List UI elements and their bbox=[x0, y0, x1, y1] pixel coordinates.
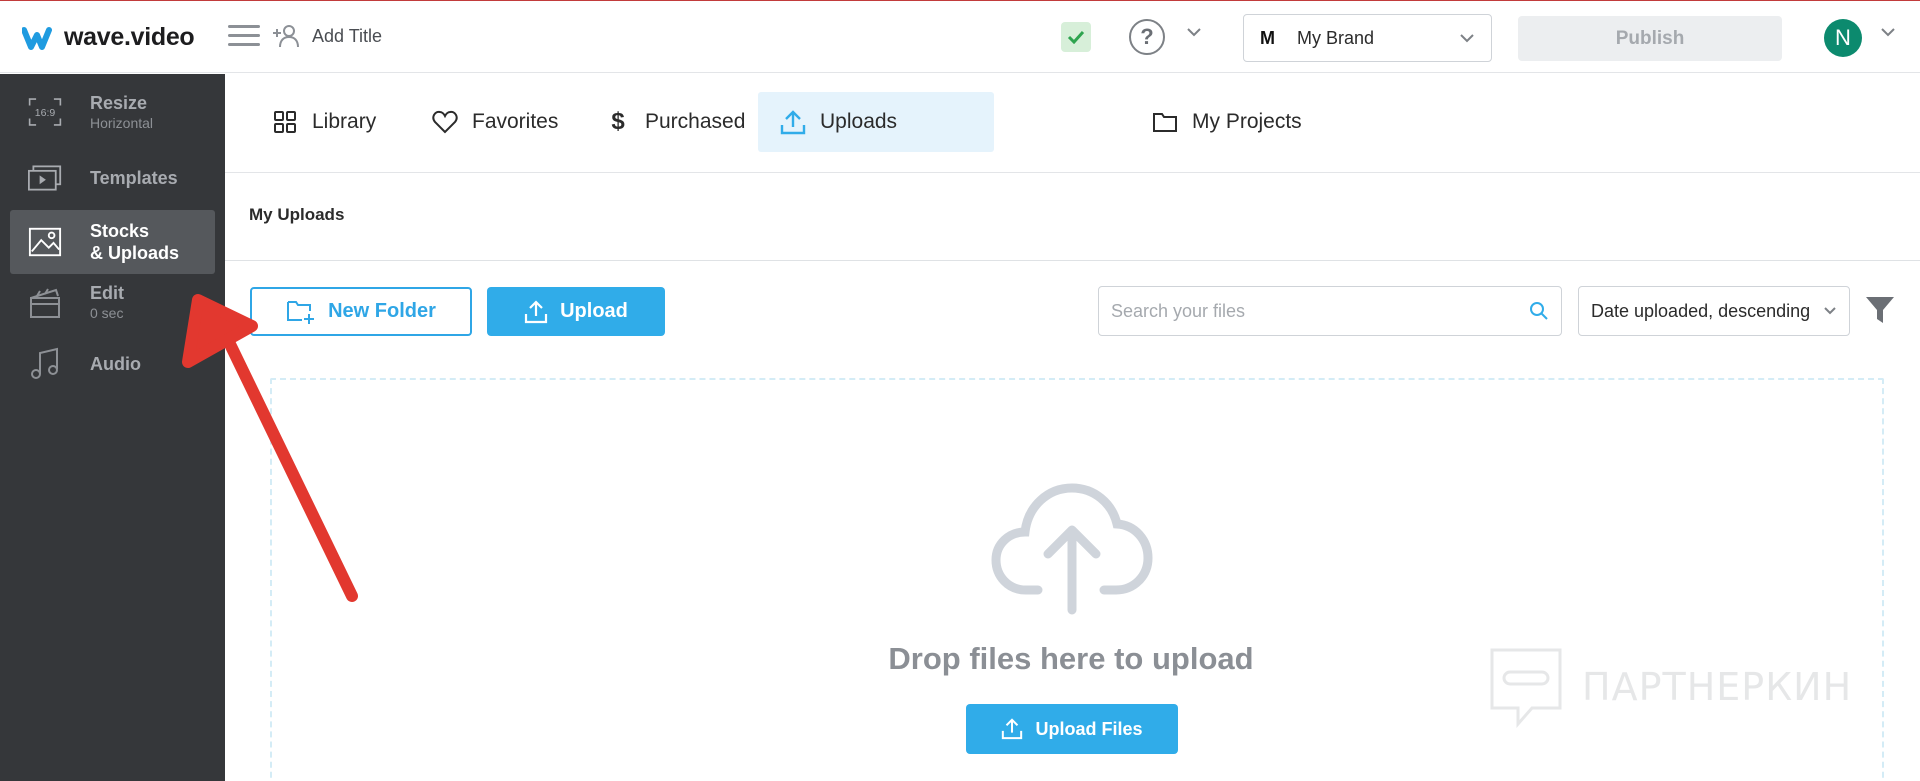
tab-purchased[interactable]: $ Purchased bbox=[583, 92, 767, 152]
watermark: ПАРТНЕРКИН bbox=[1488, 646, 1852, 728]
upload-label: Upload bbox=[560, 300, 628, 322]
logo-text: wave.video bbox=[64, 23, 195, 51]
sidebar-item-templates[interactable]: Templates bbox=[10, 146, 215, 210]
chevron-down-icon bbox=[1460, 34, 1474, 43]
sidebar-item-label: Edit bbox=[90, 283, 124, 303]
wave-logo-icon bbox=[22, 26, 52, 50]
sidebar-item-resize[interactable]: 16:9 Resize Horizontal bbox=[10, 80, 215, 144]
aspect-ratio-icon: 16:9 bbox=[28, 95, 62, 129]
search-box bbox=[1098, 286, 1562, 336]
brand-name: My Brand bbox=[1297, 27, 1375, 48]
sidebar-item-audio[interactable]: Audio bbox=[10, 332, 215, 396]
new-folder-label: New Folder bbox=[328, 300, 436, 322]
media-tabs: Library Favorites $ Purchased Uploads My… bbox=[225, 74, 1920, 173]
upload-icon bbox=[780, 109, 806, 135]
add-collaborator-icon bbox=[273, 25, 299, 48]
tab-library[interactable]: Library bbox=[250, 92, 398, 152]
top-bar: wave.video Add Title ? M My Brand Publis… bbox=[0, 0, 1920, 73]
brand-initial: M bbox=[1260, 27, 1275, 48]
cloud-upload-icon bbox=[991, 483, 1153, 615]
tab-label: Favorites bbox=[472, 110, 559, 133]
watermark-logo-icon bbox=[1490, 648, 1562, 728]
tab-uploads[interactable]: Uploads bbox=[758, 92, 994, 152]
publish-button[interactable]: Publish bbox=[1518, 16, 1782, 61]
svg-text:16:9: 16:9 bbox=[35, 107, 56, 119]
tab-label: Uploads bbox=[820, 110, 898, 133]
music-note-icon bbox=[28, 347, 62, 381]
sidebar-item-sublabel: 0 sec bbox=[90, 305, 124, 321]
brand-select[interactable]: M My Brand bbox=[1243, 14, 1492, 62]
templates-icon bbox=[28, 161, 62, 195]
dollar-icon: $ bbox=[611, 108, 625, 135]
folder-add-icon bbox=[287, 300, 315, 324]
sidebar-item-label: Templates bbox=[90, 168, 178, 188]
chevron-down-icon bbox=[1824, 307, 1836, 315]
image-icon bbox=[28, 225, 62, 259]
upload-icon bbox=[525, 299, 548, 323]
sort-select[interactable]: Date uploaded, descending bbox=[1578, 286, 1850, 336]
sidebar-item-sublabel: Horizontal bbox=[90, 115, 154, 131]
drop-zone-text: Drop files here to upload bbox=[888, 641, 1254, 676]
tab-favorites[interactable]: Favorites bbox=[410, 92, 580, 152]
page-title: My Uploads bbox=[249, 205, 345, 224]
avatar[interactable]: N bbox=[1824, 19, 1862, 57]
help-icon[interactable]: ? bbox=[1129, 19, 1165, 55]
sidebar-item-label: Audio bbox=[90, 354, 141, 374]
search-input[interactable] bbox=[1111, 300, 1529, 322]
sidebar-item-edit[interactable]: Edit 0 sec bbox=[10, 270, 215, 334]
upload-files-label: Upload Files bbox=[1035, 718, 1143, 739]
grid-icon bbox=[272, 109, 298, 135]
upload-icon bbox=[1002, 718, 1023, 740]
app-logo[interactable]: wave.video bbox=[22, 23, 195, 52]
folder-icon bbox=[1152, 109, 1178, 135]
heart-icon bbox=[432, 109, 458, 135]
sidebar-item-label-line2: & Uploads bbox=[90, 243, 180, 263]
saved-status-icon bbox=[1061, 22, 1091, 52]
chevron-down-icon[interactable] bbox=[1186, 27, 1202, 37]
tab-label: Library bbox=[312, 110, 377, 133]
upload-files-button[interactable]: Upload Files bbox=[966, 704, 1178, 754]
upload-button[interactable]: Upload bbox=[487, 287, 665, 336]
sidebar-item-label: Resize bbox=[90, 93, 148, 113]
add-title-button[interactable]: Add Title bbox=[272, 23, 382, 49]
filter-icon[interactable] bbox=[1864, 294, 1896, 326]
section-header: My Uploads bbox=[225, 173, 1920, 261]
menu-icon[interactable] bbox=[228, 25, 260, 51]
chevron-down-icon[interactable] bbox=[1880, 27, 1896, 37]
tab-label: Purchased bbox=[645, 110, 746, 133]
sidebar-item-label: Stocks bbox=[90, 221, 150, 241]
tab-my-projects[interactable]: My Projects bbox=[1140, 92, 1324, 152]
clapperboard-icon bbox=[28, 285, 62, 319]
sort-value: Date uploaded, descending bbox=[1591, 300, 1811, 321]
add-title-label: Add Title bbox=[312, 25, 383, 46]
sidebar-item-stocks-uploads[interactable]: Stocks & Uploads bbox=[10, 210, 215, 274]
new-folder-button[interactable]: New Folder bbox=[250, 287, 472, 336]
tab-label: My Projects bbox=[1192, 110, 1302, 133]
search-icon[interactable] bbox=[1529, 301, 1549, 321]
watermark-text: ПАРТНЕРКИН bbox=[1582, 665, 1853, 709]
sidebar: 16:9 Resize Horizontal Templates Stocks … bbox=[0, 74, 225, 781]
